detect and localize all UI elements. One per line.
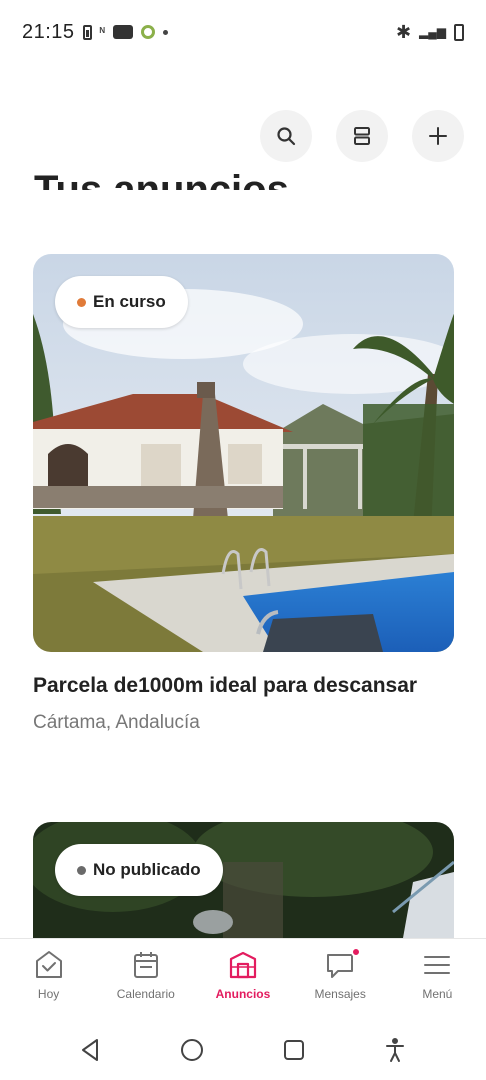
- unread-badge: [351, 947, 362, 957]
- calendar-icon: [133, 952, 158, 978]
- battery-saver-icon: [82, 24, 92, 40]
- search-icon: [277, 127, 296, 146]
- nfc-icon: ᴺ: [99, 25, 105, 39]
- view-toggle-button[interactable]: [336, 110, 388, 162]
- status-right: ✱ ▂▄▆: [396, 22, 464, 43]
- dot-icon: [162, 29, 168, 35]
- today-check-icon: [35, 951, 62, 978]
- listing-photo[interactable]: En curso: [33, 254, 454, 652]
- youtube-icon: [112, 25, 133, 39]
- nav-label: Anuncios: [215, 987, 271, 1001]
- listing-title[interactable]: Parcela de1000m ideal para descansar: [33, 674, 454, 698]
- add-icon: [429, 127, 447, 145]
- nav-item-menu[interactable]: Menú: [392, 949, 482, 1001]
- nav-item-anuncios[interactable]: Anuncios: [198, 949, 288, 1001]
- recents-icon[interactable]: [280, 1036, 308, 1064]
- nav-item-mensajes[interactable]: Mensajes: [295, 947, 385, 1001]
- status-bar: 21:15 ᴺ ✱ ▂▄▆: [0, 0, 486, 64]
- nav-label: Hoy: [37, 987, 60, 1001]
- status-time: 21:15: [22, 20, 75, 43]
- signal-icon: ▂▄▆: [419, 25, 446, 39]
- page-title: Tus anuncios: [34, 168, 289, 190]
- system-nav: [0, 1020, 486, 1080]
- nav-item-hoy[interactable]: Hoy: [4, 949, 94, 1001]
- view-toggle-icon: [354, 127, 370, 145]
- nav-label: Menú: [422, 987, 453, 1001]
- listing-card[interactable]: En curso Parcela de1000m ideal para desc…: [33, 254, 454, 734]
- menu-icon: [424, 956, 451, 974]
- status-left: 21:15 ᴺ: [22, 21, 168, 44]
- accessibility-icon[interactable]: [381, 1036, 409, 1064]
- status-dot-in-progress: [77, 297, 86, 307]
- listings-house-icon: [229, 951, 257, 979]
- battery-icon: [454, 23, 464, 41]
- listing-card[interactable]: No publicado: [33, 822, 454, 938]
- nav-label: Calendario: [116, 987, 175, 1001]
- bottom-nav: Hoy Calendario Anuncios Mensajes Menú: [0, 938, 486, 1020]
- nav-label: Mensajes: [314, 987, 366, 1001]
- listing-location: Cártama, Andalucía: [33, 712, 200, 733]
- status-label: No publicado: [93, 860, 201, 879]
- status-dot-unpublished: [77, 865, 86, 875]
- add-listing-button[interactable]: [412, 110, 464, 162]
- bluetooth-icon: ✱: [395, 21, 412, 42]
- nav-item-calendario[interactable]: Calendario: [101, 949, 191, 1001]
- home-icon[interactable]: [178, 1036, 206, 1064]
- status-badge: En curso: [55, 276, 188, 328]
- app-green-icon: [140, 25, 155, 39]
- header-actions: [260, 110, 464, 162]
- listing-photo[interactable]: No publicado: [33, 822, 454, 938]
- back-icon[interactable]: [77, 1036, 105, 1064]
- status-badge: No publicado: [55, 844, 223, 896]
- status-label: En curso: [93, 292, 166, 311]
